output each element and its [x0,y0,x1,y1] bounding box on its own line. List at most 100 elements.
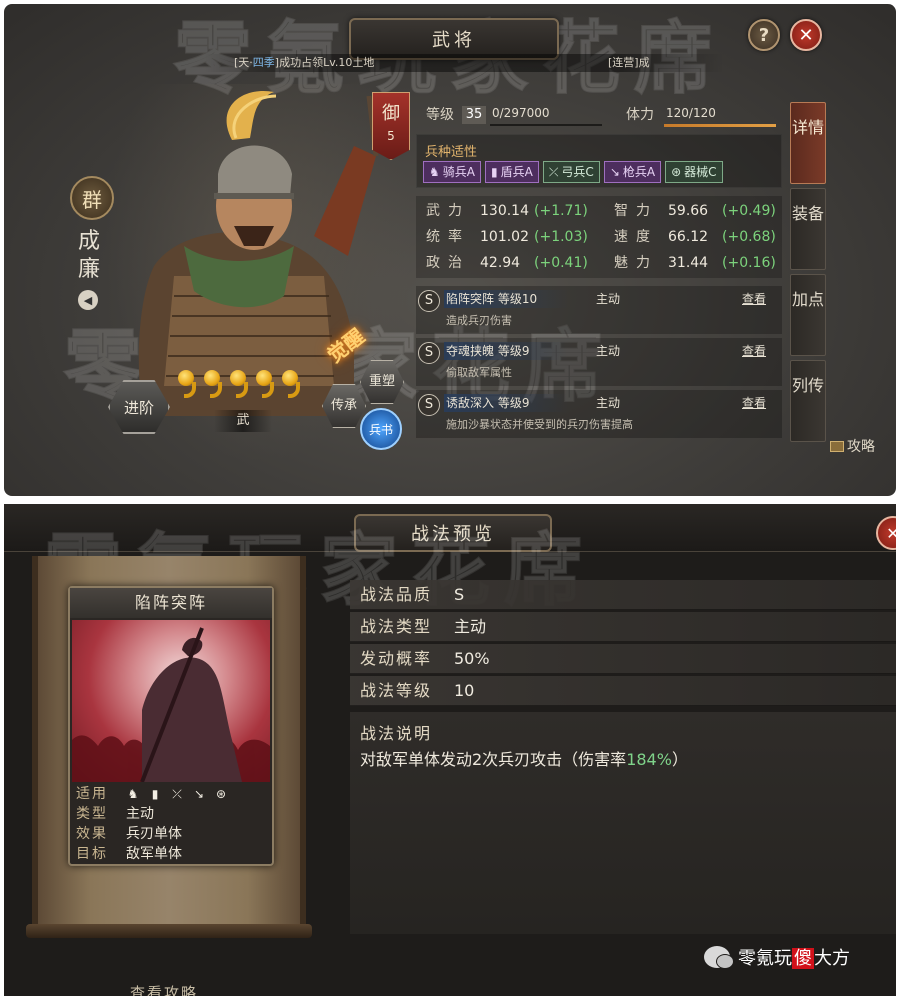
attribute-value: 42.94 [480,255,521,271]
close-button[interactable]: ✕ [790,19,822,51]
skill-type: 主动 [596,396,621,410]
attribute-delta: (+0.16) [722,255,776,271]
attribute-value: 66.12 [668,229,709,245]
star-icon [176,368,198,398]
skill-name: 夺魂挟魄 等级9 [444,342,568,360]
skill-grade-badge: S [418,394,440,416]
skill-row[interactable]: S 诱敌深入 等级9 主动 查看 施加沙暴状态并使受到的兵刃伤害提高 [416,390,782,438]
troop-chip-label: 枪兵A [622,165,656,179]
skill-type: 主动 [596,344,621,358]
skill-desc: 施加沙暴状态并使受到的兵刃伤害提高 [446,418,633,431]
skill-row[interactable]: S 夺魂挟魄 等级9 主动 查看 偷取敌军属性 [416,338,782,386]
fit-row: 适用 ♞ ▮ ⤫ ↘ ⊛ [76,786,227,802]
attribute-delta: (+1.03) [534,229,588,245]
skill-row[interactable]: S 陷阵突阵 等级10 主动 查看 造成兵刃伤害 [416,286,782,334]
attribute-grid: 武力 130.14 (+1.71) 智力 59.66 (+0.49) 统率 101.02 (+1… [416,196,782,278]
attribute-delta: (+1.71) [534,203,588,219]
shield-icon: ▮ [151,787,159,801]
skill-view-link[interactable]: 查看 [742,342,766,359]
attribute-name: 智力 [614,203,658,219]
tab-details[interactable]: 详情 [790,102,826,184]
book-icon [830,440,844,452]
weapon-type-tag: 武 [214,410,272,432]
brand-watermark: 零氪玩傻大方 [704,944,850,970]
attribute-value: 130.14 [480,203,529,219]
attribute-row: 魅力 31.44 (+0.16) [614,250,776,276]
skill-card-name: 陷阵突阵 [70,588,272,618]
skill-desc: 偷取敌军属性 [446,366,512,379]
attribute-delta: (+0.49) [722,203,776,219]
attribute-value: 59.66 [668,203,709,219]
troop-type-icon: ⊛ [671,165,682,179]
troop-chip-label: 骑兵A [442,165,475,179]
skill-card-art [72,620,270,782]
cavalry-icon: ♞ [127,787,139,801]
skill-card-info: 适用 ♞ ▮ ⤫ ↘ ⊛ 类型 主动 效果 兵刃单体 目标 敌军单体 [76,784,270,864]
detail-row-type: 战法类型 主动 [350,612,896,642]
tab-biography[interactable]: 列传 [790,360,826,442]
attribute-value: 101.02 [480,229,529,245]
troop-chip-label: 盾兵A [500,165,533,179]
bow-icon: ⤫ [172,787,182,801]
attribute-value: 31.44 [668,255,709,271]
troop-aptitude-title: 兵种适性 [425,145,478,160]
star-icon [202,368,224,398]
attribute-name: 魅力 [614,255,658,271]
skill-card: 陷阵突阵 适用 ♞ ▮ ⤫ ↘ ⊛ 类型 主动 效果 兵刃单体 目标 敌军单体 [68,586,274,866]
troop-type-icon: ▮ [490,165,498,179]
skill-view-link[interactable]: 查看 [742,290,766,307]
notice-bar: [天·四季]成功占领Lv.10土地 [连营]成 [204,54,724,72]
stamina-label: 体力 [626,107,654,123]
troop-chip: ⤫ 弓兵C [542,161,600,183]
scroll-roller [26,924,312,938]
troop-type-icon: ⤫ [548,165,559,179]
star-icon [228,368,250,398]
attribute-name: 统率 [426,229,470,245]
wechat-icon [704,946,734,969]
speaker-icon[interactable]: ◀ [78,290,98,310]
troop-chip: ▮ 盾兵A [484,161,539,183]
skill-name: 陷阵突阵 等级10 [444,290,568,308]
level-value: 35 [462,106,486,124]
panel-title: 战法预览 [354,514,552,552]
spear-icon: ↘ [193,787,205,801]
detail-row-quality: 战法品质 S [350,580,896,610]
troop-chip-label: 器械C [684,165,717,179]
troop-type-icon: ↘ [609,165,620,179]
xp-bar [490,124,602,126]
attribute-name: 政治 [426,255,470,271]
description-title: 战法说明 [360,724,433,743]
attribute-row: 武力 130.14 (+1.71) [426,198,588,224]
attribute-row: 统率 101.02 (+1.03) [426,224,588,250]
guide-link[interactable]: 攻略 [830,436,875,456]
tab-equipment[interactable]: 装备 [790,188,826,270]
troop-chip: ⊛ 器械C [665,161,723,183]
skill-type: 主动 [596,292,621,306]
skill-description: 战法说明 对敌军单体发动2次兵刃攻击（伤害率184%） [350,712,896,934]
troop-aptitude: 兵种适性 ♞ 骑兵A ▮ 盾兵A ⤫ 弓兵C ↘ 枪兵A ⊛ 器械C [416,134,782,188]
xp-text: 0/297000 [492,106,550,120]
skill-grade-badge: S [418,342,440,364]
view-guide-link[interactable]: 查看攻略 [130,982,198,996]
troop-book-button[interactable]: 兵书 [360,408,402,450]
skill-view-link[interactable]: 查看 [742,394,766,411]
siege-icon: ⊛ [215,787,227,801]
star-icon [280,368,302,398]
troop-chip-label: 弓兵C [561,165,594,179]
attribute-row: 智力 59.66 (+0.49) [614,198,776,224]
attribute-delta: (+0.68) [722,229,776,245]
attribute-delta: (+0.41) [534,255,588,271]
star-rating [176,368,302,398]
level-row: 等级 35 0/297000 体力 120/120 [416,104,782,130]
hero-name: 成廉 [77,229,100,282]
attribute-name: 武力 [426,203,470,219]
skill-desc: 造成兵刃伤害 [446,314,512,327]
tab-points[interactable]: 加点 [790,274,826,356]
help-button[interactable]: ? [748,19,780,51]
effect-row: 效果 兵刃单体 [76,826,182,842]
star-icon [254,368,276,398]
detail-row-probability: 发动概率 50% [350,644,896,674]
stamina-text: 120/120 [666,106,716,120]
attribute-row: 速度 66.12 (+0.68) [614,224,776,250]
skill-details: 战法品质 S 战法类型 主动 发动概率 50% 战法等级 10 [350,580,896,708]
